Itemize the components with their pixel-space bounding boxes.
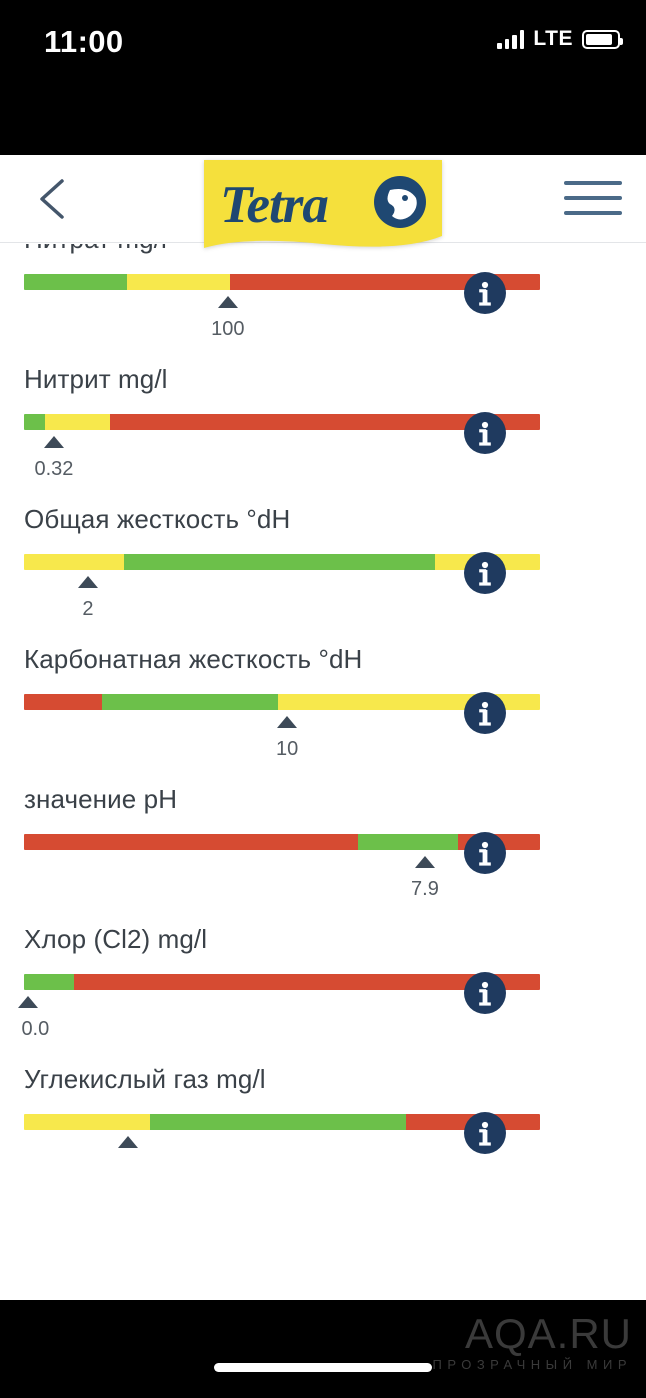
measurement-list[interactable]: Нитрат mg/l 100 [0, 244, 646, 1300]
app-container: Tetra Нитрат mg/l 100 [0, 155, 646, 1300]
range-bar [24, 554, 540, 570]
signal-bars-icon [497, 29, 525, 49]
range-bar [24, 834, 540, 850]
info-icon[interactable] [464, 832, 506, 874]
range-segment-green [24, 274, 128, 290]
range-bar [24, 274, 540, 290]
value-marker [77, 576, 98, 588]
range-segment-green [357, 834, 458, 850]
home-indicator[interactable] [214, 1363, 432, 1372]
measurement-row: значение pH 7.9 [0, 782, 646, 900]
range-segment-red [24, 834, 358, 850]
measurement-row: Общая жесткость °dH 2 [0, 502, 646, 620]
measurement-row: Хлор (Cl2) mg/l 0.0 [0, 922, 646, 1040]
measurement-meter: 100 [24, 272, 540, 340]
range-segment-yellow [127, 274, 231, 290]
info-icon[interactable] [464, 1112, 506, 1154]
measurement-label: Хлор (Cl2) mg/l [24, 924, 208, 954]
measurement-meter: 0.32 [24, 412, 540, 480]
range-segment-yellow [24, 1114, 150, 1130]
measurement-label: значение pH [24, 784, 178, 814]
value-marker [217, 296, 238, 308]
range-segment-red [24, 694, 102, 710]
range-bar [24, 414, 540, 430]
range-bar [24, 1114, 540, 1130]
info-icon[interactable] [464, 412, 506, 454]
hamburger-menu-button[interactable] [564, 175, 622, 221]
measurement-meter: 7.9 [24, 832, 540, 900]
svg-text:Tetra: Tetra [220, 176, 328, 234]
back-button[interactable] [24, 169, 84, 229]
range-segment-green [149, 1114, 406, 1130]
bottom-bar [0, 1300, 646, 1398]
network-type-label: LTE [533, 27, 573, 50]
measurement-value: 100 [211, 318, 245, 340]
info-icon[interactable] [464, 692, 506, 734]
phone-screen: 11:00 LTE Tetra 100 Нитрит mg/l 0.32 Общ… [0, 0, 646, 1398]
value-marker [277, 716, 298, 728]
range-segment-yellow [24, 554, 125, 570]
hamburger-line [564, 211, 622, 215]
range-bar [24, 974, 540, 990]
measurement-value: 2 [82, 598, 94, 620]
info-icon[interactable] [464, 272, 506, 314]
range-segment-green [101, 694, 278, 710]
info-icon[interactable] [464, 552, 506, 594]
measurement-label: Нитрит mg/l [24, 364, 168, 394]
battery-icon [582, 29, 623, 49]
measurement-meter: 0.0 [18, 972, 540, 1040]
measurement-value: 10 [276, 738, 299, 760]
info-icon[interactable] [464, 972, 506, 1014]
range-segment-green [24, 974, 75, 990]
hamburger-line [564, 196, 622, 200]
measurement-meter: 10 [24, 692, 540, 760]
measurement-label: Общая жесткость °dH [24, 504, 291, 534]
value-marker [118, 1136, 139, 1148]
measurement-row: Карбонатная жесткость °dH 10 [0, 642, 646, 760]
measurement-value: 0.32 [34, 458, 74, 480]
measurement-row: Нитрит mg/l 0.32 [0, 362, 646, 480]
hamburger-line [564, 181, 622, 185]
measurement-label: Карбонатная жесткость °dH [24, 644, 363, 674]
measurement-meter: 2 [24, 552, 540, 620]
status-bar-time: 11:00 [44, 24, 124, 59]
measurement-row: Углекислый газ mg/l [0, 1062, 646, 1154]
range-segment-yellow [45, 414, 111, 430]
measurement-meter [24, 1112, 540, 1154]
measurement-label: Углекислый газ mg/l [24, 1064, 266, 1094]
status-bar-indicators: LTE [497, 27, 623, 51]
range-segment-green [24, 414, 46, 430]
value-marker [43, 436, 64, 448]
range-bar [24, 694, 540, 710]
value-marker [18, 996, 39, 1008]
measurement-value: 0.0 [21, 1018, 50, 1040]
range-segment-green [124, 554, 436, 570]
value-marker [414, 856, 435, 868]
status-bar: 11:00 LTE [0, 0, 646, 155]
tetra-logo[interactable]: Tetra [202, 160, 444, 256]
measurement-value: 7.9 [411, 878, 439, 900]
